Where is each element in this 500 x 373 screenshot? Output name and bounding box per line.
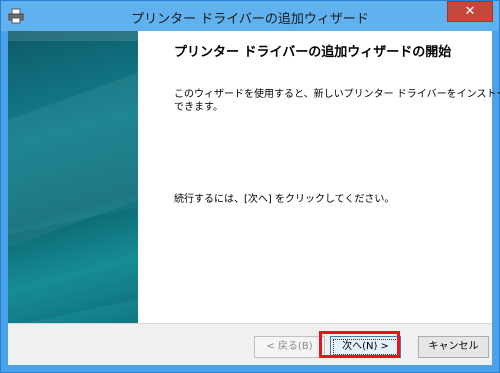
close-button[interactable]: ✕ <box>447 1 493 22</box>
cancel-button[interactable]: キャンセル <box>418 336 489 358</box>
wizard-client-area: プリンター ドライバーの追加ウィザードの開始 このウィザードを使用すると、新しい… <box>8 31 500 365</box>
wizard-heading: プリンター ドライバーの追加ウィザードの開始 <box>174 45 452 60</box>
footer-separator <box>8 323 492 324</box>
wizard-banner-image <box>8 31 138 323</box>
title-bar: プリンター ドライバーの追加ウィザード ✕ <box>1 1 499 31</box>
next-button-highlight <box>319 331 400 358</box>
description-line-2: できます。 <box>174 102 223 113</box>
back-button[interactable]: < 戻る(B) <box>254 336 325 358</box>
wizard-description: このウィザードを使用すると、新しいプリンター ドライバーをインストール できます… <box>174 88 500 114</box>
description-line-1: このウィザードを使用すると、新しいプリンター ドライバーをインストール <box>174 89 500 100</box>
wizard-window: プリンター ドライバーの追加ウィザード ✕ プリンター ドライバーの追加ウィザー… <box>0 0 500 373</box>
wizard-content-panel: プリンター ドライバーの追加ウィザードの開始 このウィザードを使用すると、新しい… <box>138 31 500 323</box>
window-title: プリンター ドライバーの追加ウィザード <box>131 12 369 27</box>
continue-instruction: 続行するには、[次へ] をクリックしてください。 <box>174 194 395 205</box>
